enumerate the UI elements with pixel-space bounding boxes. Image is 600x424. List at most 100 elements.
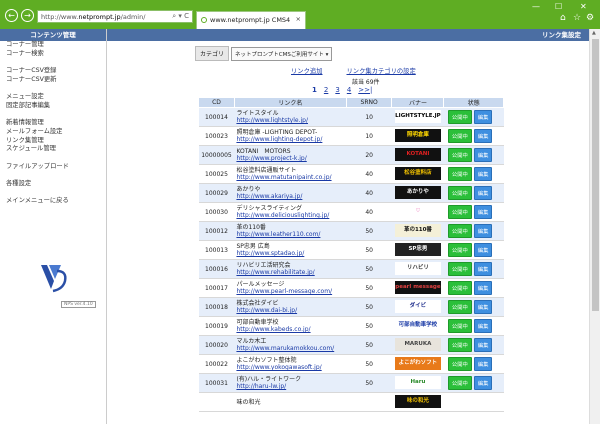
row-srno: 10 <box>346 107 392 127</box>
row-banner-cell: Haru <box>391 373 444 393</box>
address-controls-icon[interactable]: ⌕ ▾ C <box>172 12 189 21</box>
sidebar-menu-item[interactable]: 各種設定 <box>6 180 106 189</box>
row-url-link[interactable]: http://www.dai-bi.jp/ <box>236 307 297 314</box>
page-link[interactable]: 3 <box>335 86 339 94</box>
sidebar-menu-item[interactable]: スケジュール管理 <box>6 145 106 154</box>
page-link[interactable]: 2 <box>324 86 328 94</box>
sidebar-menu-item[interactable]: リンク集管理 <box>6 137 106 146</box>
row-url-link[interactable]: http://www.project-k.jp/ <box>236 155 306 162</box>
category-select[interactable]: ネットプロンプトCMSご利用サイト ▾ <box>230 47 333 61</box>
sidebar-menu-item[interactable]: メニュー設定 <box>6 93 106 102</box>
edit-button[interactable]: 編集 <box>473 338 493 352</box>
add-link-link[interactable]: リンク追加 <box>291 68 322 75</box>
sidebar-menu-item[interactable]: コーナーCSV更新 <box>6 76 106 85</box>
row-url-link[interactable]: http://www.yokogawasoft.jp/ <box>236 364 321 371</box>
edit-button[interactable]: 編集 <box>473 281 493 295</box>
minimize-icon[interactable]: — <box>532 2 540 11</box>
sidebar-menu-item[interactable]: コーナーCSV登録 <box>6 67 106 76</box>
sidebar-menu-item[interactable]: 固定部記事編集 <box>6 102 106 111</box>
sidebar-menu-item[interactable]: コーナー検索 <box>6 50 106 59</box>
row-url-link[interactable]: http://haru-lw.jp/ <box>236 383 286 390</box>
row-cd: 100022 <box>198 354 235 374</box>
published-button[interactable]: 公開中 <box>447 167 472 181</box>
edit-button[interactable]: 編集 <box>473 148 493 162</box>
sidebar-menu-item[interactable]: コーナー管理 <box>6 41 106 50</box>
published-button[interactable]: 公開中 <box>447 129 472 143</box>
row-srno: 50 <box>346 316 392 336</box>
window-close-icon[interactable]: ✕ <box>580 2 587 11</box>
row-url-link[interactable]: http://www.lightstyle.jp/ <box>236 117 308 124</box>
row-url-link[interactable]: http://www.lighting-depot.jp/ <box>236 136 322 143</box>
row-url-link[interactable]: http://www.deliciouslighting.jp/ <box>236 212 329 219</box>
scroll-up-icon[interactable]: ▲ <box>592 30 596 36</box>
row-status-cell: 公開中 編集 <box>443 297 504 317</box>
page-link[interactable]: >>| <box>358 86 372 94</box>
browser-tab[interactable]: www.netprompt.jp CMS4 × <box>196 11 306 29</box>
row-url-link[interactable]: http://www.akariya.jp/ <box>236 193 302 200</box>
row-url-link[interactable]: http://www.marukamokkou.com/ <box>236 345 334 352</box>
favorites-icon[interactable]: ☆ <box>573 13 581 23</box>
scrollbar[interactable]: ▲ <box>589 29 600 424</box>
maximize-icon[interactable]: ☐ <box>555 2 562 11</box>
row-name-cell: ライトスタイル http://www.lightstyle.jp/ <box>234 107 347 127</box>
published-button[interactable]: 公開中 <box>447 224 472 238</box>
edit-button[interactable]: 編集 <box>473 186 493 200</box>
category-settings-link[interactable]: リンク集カテゴリの設定 <box>347 68 416 75</box>
row-status-cell: 公開中 編集 <box>443 278 504 298</box>
close-tab-icon[interactable]: × <box>296 15 301 23</box>
published-button[interactable]: 公開中 <box>447 110 472 124</box>
edit-button[interactable]: 編集 <box>473 319 493 333</box>
row-url-link[interactable]: http://www.matutanipaint.co.jp/ <box>236 174 331 181</box>
back-icon[interactable]: ← <box>5 9 18 22</box>
published-button[interactable]: 公開中 <box>447 262 472 276</box>
row-banner-cell: SP忠男 <box>391 240 444 260</box>
edit-button[interactable]: 編集 <box>473 300 493 314</box>
category-row: カテゴリ ネットプロンプトCMSご利用サイト ▾ <box>195 46 333 61</box>
edit-button[interactable]: 編集 <box>473 376 493 390</box>
published-button[interactable]: 公開中 <box>447 338 472 352</box>
edit-button[interactable]: 編集 <box>473 224 493 238</box>
edit-button[interactable]: 編集 <box>473 357 493 371</box>
published-button[interactable]: 公開中 <box>447 357 472 371</box>
row-cd: 100030 <box>198 202 235 222</box>
forward-icon[interactable]: → <box>21 9 34 22</box>
published-button[interactable]: 公開中 <box>447 243 472 257</box>
banner-image: LIGHTSTYLE.JP <box>394 109 441 123</box>
menu-gap <box>6 111 106 120</box>
published-button[interactable]: 公開中 <box>447 148 472 162</box>
published-button[interactable]: 公開中 <box>447 281 472 295</box>
row-url-link[interactable]: http://www.leather110.com/ <box>236 231 320 238</box>
address-bar[interactable]: http://www.netprompt.jp/admin/ ⌕ ▾ C <box>37 10 193 23</box>
page-link[interactable]: 4 <box>347 86 351 94</box>
row-cd <box>198 392 235 412</box>
edit-button[interactable]: 編集 <box>473 205 493 219</box>
row-srno: 50 <box>346 335 392 355</box>
version-label: NPS ver.4.10 <box>61 301 96 308</box>
sidebar-menu-item[interactable]: ファイルアップロード <box>6 163 106 172</box>
published-button[interactable]: 公開中 <box>447 186 472 200</box>
edit-button[interactable]: 編集 <box>473 129 493 143</box>
row-url-link[interactable]: http://www.kabeds.co.jp/ <box>236 326 310 333</box>
row-url-link[interactable]: http://www.pearl-message.com/ <box>236 288 332 295</box>
banner-image: あかりや <box>394 185 441 199</box>
sidebar-menu-item[interactable]: 新着情報管理 <box>6 119 106 128</box>
published-button[interactable]: 公開中 <box>447 376 472 390</box>
row-cd: 100019 <box>198 316 235 336</box>
published-button[interactable]: 公開中 <box>447 319 472 333</box>
row-url-link[interactable]: http://www.rehabilitate.jp/ <box>236 269 314 276</box>
row-url-link[interactable]: http://www.sptadao.jp/ <box>236 250 304 257</box>
settings-icon[interactable]: ⚙ <box>586 13 594 23</box>
published-button[interactable]: 公開中 <box>447 205 472 219</box>
row-cd: 100025 <box>198 164 235 184</box>
edit-button[interactable]: 編集 <box>473 243 493 257</box>
page-link[interactable]: 1 <box>312 86 317 94</box>
edit-button[interactable]: 編集 <box>473 167 493 181</box>
home-icon[interactable]: ⌂ <box>560 13 566 23</box>
edit-button[interactable]: 編集 <box>473 262 493 276</box>
scroll-thumb[interactable] <box>592 39 599 311</box>
banner-image: 可部自動車学校 <box>394 318 441 332</box>
edit-button[interactable]: 編集 <box>473 110 493 124</box>
published-button[interactable]: 公開中 <box>447 300 472 314</box>
sidebar-menu-item[interactable]: メインメニューに戻る <box>6 197 106 206</box>
sidebar-menu-item[interactable]: メールフォーム設定 <box>6 128 106 137</box>
